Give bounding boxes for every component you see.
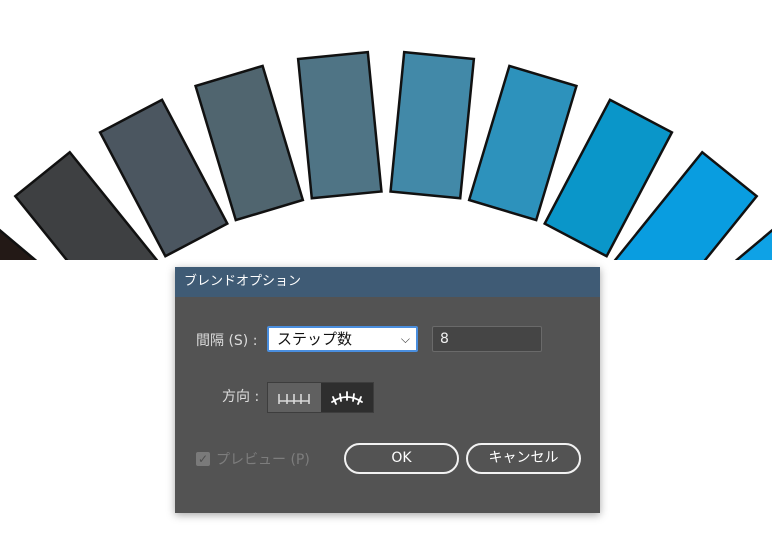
align-to-page-button[interactable] — [268, 383, 321, 412]
dialog-title: ブレンドオプション — [175, 267, 600, 297]
spacing-mode-select[interactable]: ステップ数 ⌵ — [267, 326, 418, 352]
blend-artwork — [0, 50, 772, 260]
preview-label: プレビュー (P) — [216, 452, 310, 468]
preview-option[interactable]: ✓ プレビュー (P) — [196, 449, 310, 469]
align-to-path-icon — [330, 390, 363, 405]
preview-checkbox[interactable]: ✓ — [196, 452, 210, 466]
spacing-row: 間隔 (S) : — [196, 330, 257, 350]
spacing-label: 間隔 (S) : — [196, 333, 258, 349]
orientation-row: 方向 : — [222, 386, 259, 406]
align-to-path-button[interactable] — [320, 383, 373, 412]
align-to-page-icon — [278, 393, 311, 404]
ok-button[interactable]: OK — [344, 443, 459, 474]
blend-step-rect — [296, 50, 383, 200]
spacing-mode-value: ステップ数 — [277, 330, 353, 348]
orientation-label: 方向 : — [222, 389, 260, 405]
chevron-down-icon: ⌵ — [400, 332, 410, 346]
steps-input[interactable]: 8 — [432, 326, 542, 352]
orientation-toggle — [267, 382, 374, 413]
cancel-button[interactable]: キャンセル — [466, 443, 581, 474]
blend-step-rect — [389, 50, 476, 200]
